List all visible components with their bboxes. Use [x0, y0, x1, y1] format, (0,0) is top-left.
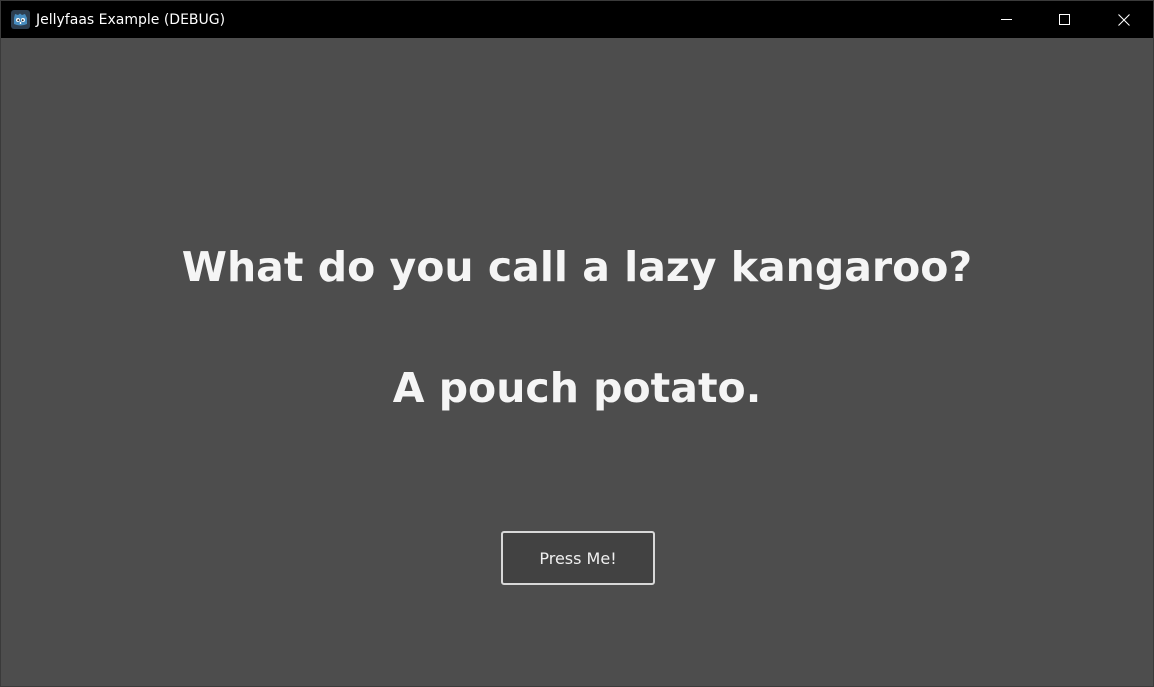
minimize-button[interactable] — [977, 1, 1035, 38]
press-me-button[interactable]: Press Me! — [501, 531, 655, 585]
window-title: Jellyfaas Example (DEBUG) — [36, 12, 226, 28]
game-viewport: What do you call a lazy kangaroo? A pouc… — [1, 38, 1153, 686]
godot-engine-icon — [11, 10, 30, 29]
joke-question-label: What do you call a lazy kangaroo? — [181, 243, 973, 291]
app-window: Jellyfaas Example (DEBUG) What do you ca… — [0, 0, 1154, 687]
maximize-button[interactable] — [1035, 1, 1093, 38]
title-bar[interactable]: Jellyfaas Example (DEBUG) — [1, 1, 1153, 38]
close-button[interactable] — [1094, 1, 1153, 38]
maximize-icon — [1058, 14, 1070, 25]
minimize-icon — [1000, 14, 1012, 25]
close-icon — [1117, 13, 1130, 26]
joke-answer-label: A pouch potato. — [392, 364, 762, 412]
